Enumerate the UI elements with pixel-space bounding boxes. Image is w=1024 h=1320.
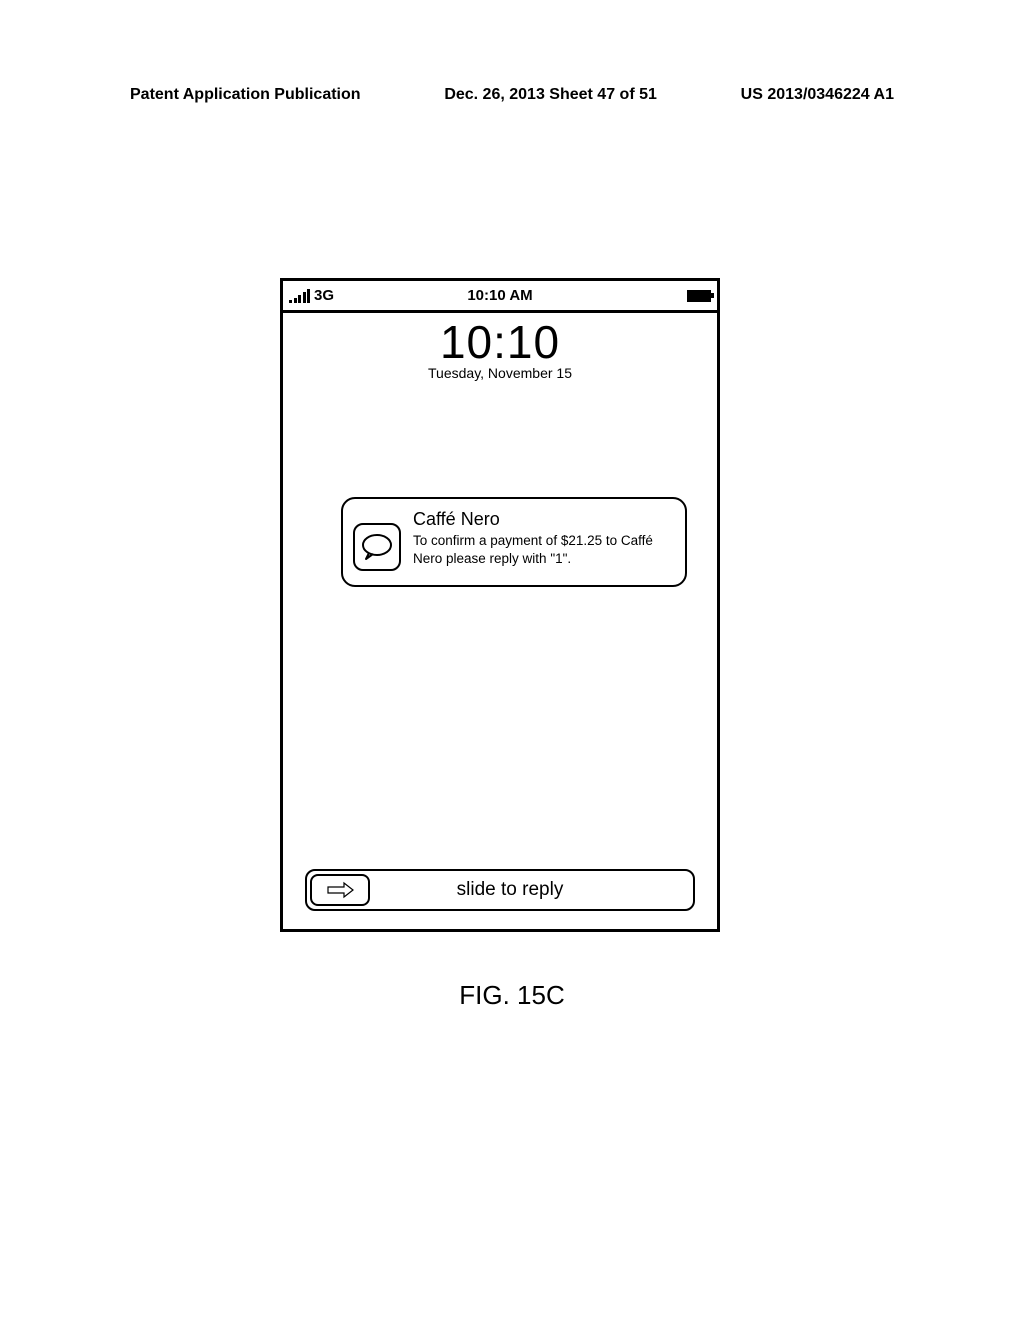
notification-card[interactable]: Caffé Nero To confirm a payment of $21.2… bbox=[341, 497, 687, 587]
notification-title: Caffé Nero bbox=[413, 509, 673, 530]
figure-caption: FIG. 15C bbox=[0, 980, 1024, 1011]
status-bar: 3G 10:10 AM bbox=[283, 281, 717, 313]
network-label: 3G bbox=[314, 287, 334, 304]
notification-body: To confirm a payment of $21.25 to Caffé … bbox=[413, 532, 673, 568]
lock-screen-clock: 10:10 Tuesday, November 15 bbox=[283, 313, 717, 381]
slide-label: slide to reply bbox=[370, 879, 690, 901]
clock-date: Tuesday, November 15 bbox=[283, 365, 717, 381]
phone-lock-screen: 3G 10:10 AM 10:10 Tuesday, November 15 C… bbox=[280, 278, 720, 932]
arrow-right-icon bbox=[324, 880, 356, 900]
header-left: Patent Application Publication bbox=[130, 86, 361, 104]
status-bar-time: 10:10 AM bbox=[467, 287, 532, 304]
clock-time: 10:10 bbox=[283, 315, 717, 369]
slide-handle[interactable] bbox=[310, 874, 370, 906]
patent-page-header: Patent Application Publication Dec. 26, … bbox=[0, 86, 1024, 104]
slide-to-reply-track[interactable]: slide to reply bbox=[305, 869, 695, 911]
battery-icon bbox=[687, 290, 711, 302]
header-center: Dec. 26, 2013 Sheet 47 of 51 bbox=[444, 86, 657, 104]
signal-strength-icon bbox=[289, 289, 310, 303]
message-icon bbox=[353, 523, 401, 571]
header-right: US 2013/0346224 A1 bbox=[741, 86, 894, 104]
